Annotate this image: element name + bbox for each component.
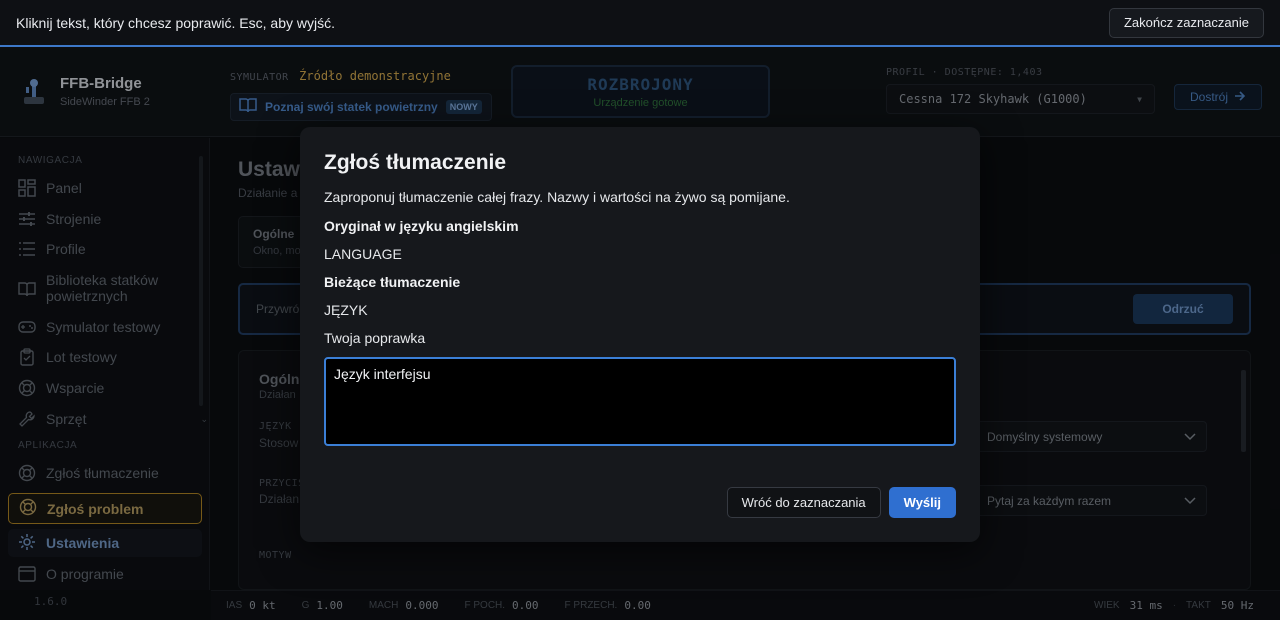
banner-message: Kliknij tekst, który chcesz poprawić. Es… <box>16 14 335 31</box>
original-value: LANGUAGE <box>324 246 402 262</box>
send-button[interactable]: Wyślij <box>888 487 956 518</box>
current-label: Bieżące tłumaczenie <box>324 274 461 290</box>
correction-textarea[interactable]: Język interfejsu <box>324 357 956 446</box>
dialog-title: Zgłoś tłumaczenie <box>324 151 507 174</box>
finish-selection-button[interactable]: Zakończ zaznaczanie <box>1108 7 1264 38</box>
report-translation-dialog: Zgłoś tłumaczenie Zaproponuj tłumaczenie… <box>300 127 980 542</box>
dialog-actions: Wróć do zaznaczania Wyślij <box>726 487 956 518</box>
dialog-description: Zaproponuj tłumaczenie całej frazy. Nazw… <box>324 189 790 205</box>
selection-banner: Kliknij tekst, który chcesz poprawić. Es… <box>0 0 1280 47</box>
back-to-selection-button[interactable]: Wróć do zaznaczania <box>726 487 881 518</box>
correction-label: Twoja poprawka <box>324 330 426 346</box>
original-label: Oryginał w języku angielskim <box>324 218 519 234</box>
current-value: JĘZYK <box>324 302 368 318</box>
